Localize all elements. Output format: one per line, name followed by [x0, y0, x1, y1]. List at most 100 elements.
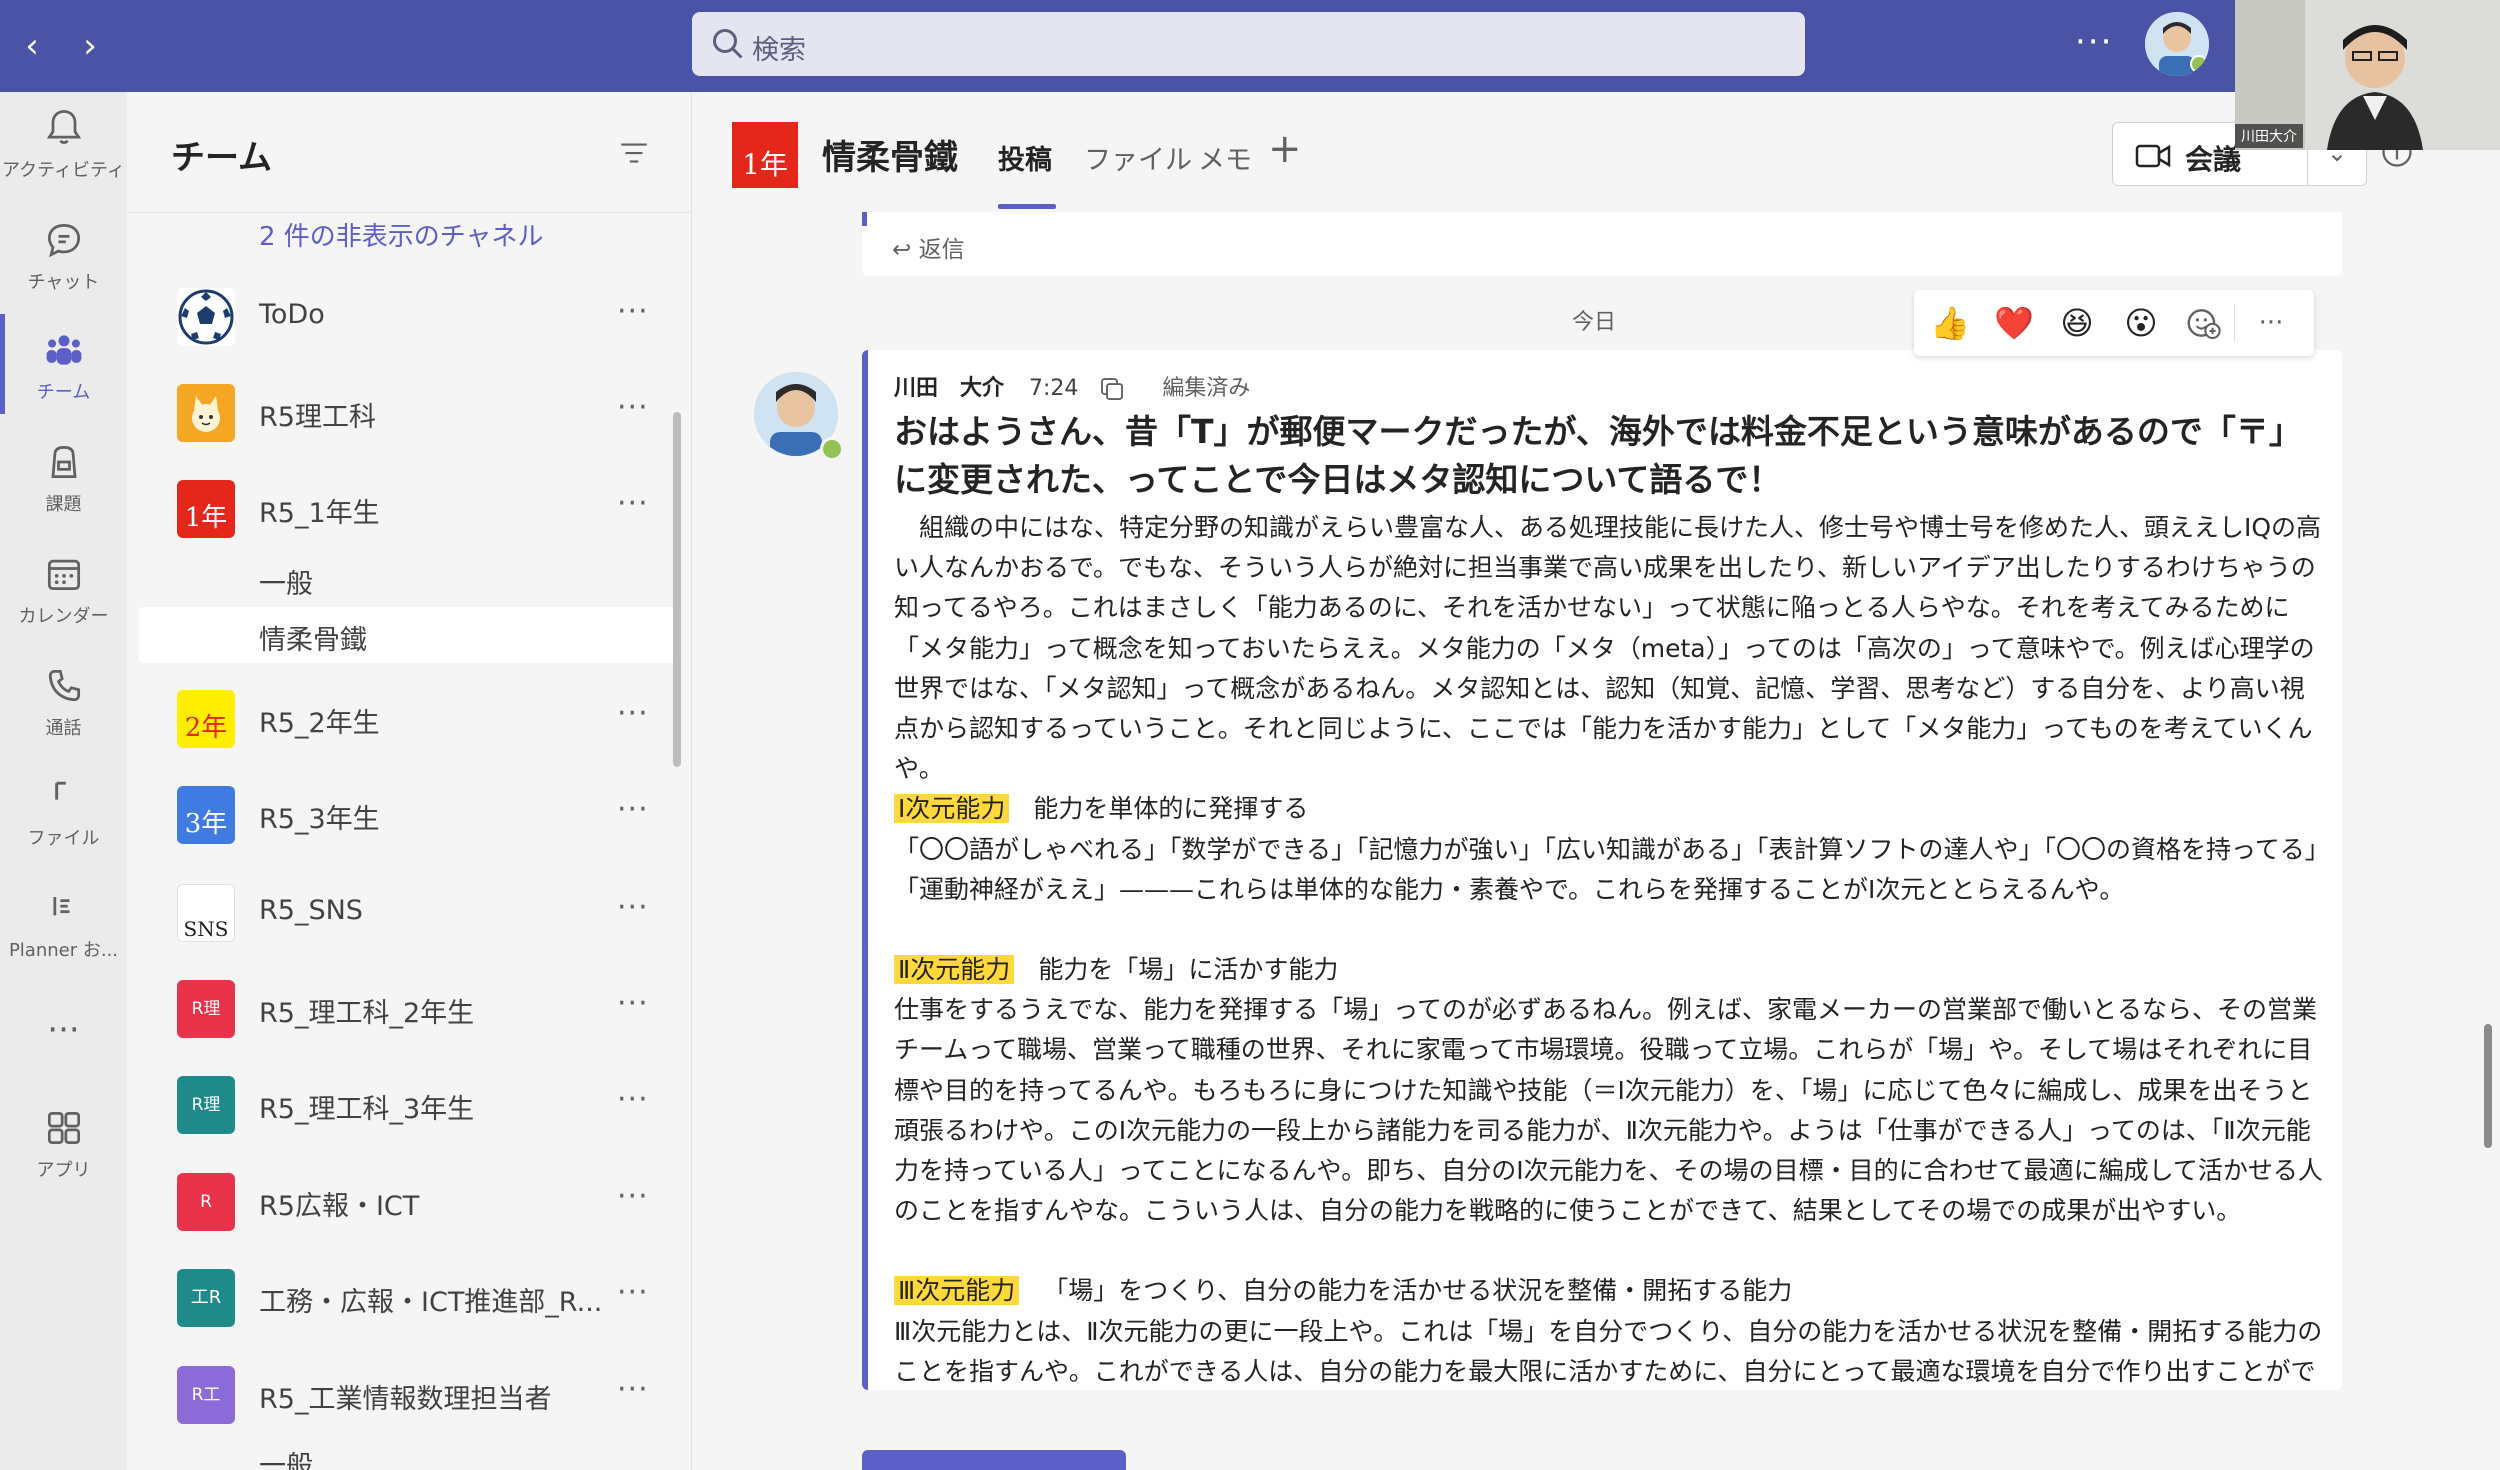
hidden-channels-link[interactable]: 2 件の非表示のチャネル [259, 216, 544, 253]
channel-item-jojukotetsu[interactable]: 情柔骨鐵 [259, 618, 367, 657]
team-tile: R工 [177, 1366, 235, 1424]
rail-apps[interactable]: アプリ [0, 1092, 127, 1192]
planner-icon [52, 897, 69, 916]
team-more-icon[interactable]: ··· [617, 294, 649, 329]
channel-title: 情柔骨鐵 [822, 138, 958, 178]
section-heading: Ⅲ次元能力 「場」をつくり、自分の能力を活かせる状況を整備・開拓する能力 [894, 1271, 2324, 1311]
laugh-reaction[interactable]: 😆 [2058, 304, 2096, 342]
team-item[interactable]: R理 R5_理工科_2年生 ··· [127, 966, 692, 1056]
team-item[interactable]: 工R 工務・広報・ICT推進部_R... ··· [127, 1255, 692, 1345]
rail-calendar[interactable]: カレンダー [0, 538, 127, 638]
rail-files[interactable]: ファイル [0, 760, 127, 860]
main-scrollbar[interactable] [2484, 1024, 2492, 1148]
rail-chat[interactable]: チャット [0, 204, 127, 304]
copy-icon[interactable] [1097, 374, 1127, 404]
team-name: ToDo [259, 299, 325, 330]
meet-label: 会議 [2185, 143, 2242, 176]
reply-button[interactable]: ↩ 返信 [892, 230, 965, 264]
team-item[interactable]: R R5広報・ICT ··· [127, 1159, 692, 1249]
team-more-icon[interactable]: ··· [617, 986, 649, 1021]
video-preview[interactable]: 川田大介 [2235, 0, 2500, 150]
team-name: R5広報・ICT [259, 1191, 420, 1222]
new-conversation-button[interactable] [862, 1450, 1126, 1470]
rail-teams[interactable]: チーム [0, 314, 127, 414]
presence-available-icon [820, 437, 844, 461]
more-options-icon[interactable]: ··· [2252, 304, 2290, 342]
team-more-icon[interactable]: ··· [617, 1275, 649, 1310]
reply-label: 返信 [918, 237, 965, 263]
team-more-icon[interactable]: ··· [617, 696, 649, 731]
team-tile: R理 [177, 1076, 235, 1134]
highlight-label: Ⅰ次元能力 [894, 794, 1010, 824]
rail-label: 課題 [45, 494, 82, 515]
search-placeholder: 検索 [752, 35, 806, 66]
team-more-icon[interactable]: ··· [617, 792, 649, 827]
section-heading: Ⅱ次元能力 能力を「場」に活かす能力 [894, 950, 2324, 990]
tab-files[interactable]: ファイル [1084, 138, 1192, 177]
team-name: R5_3年生 [259, 804, 380, 835]
forward-arrow-icon[interactable]: › [68, 24, 112, 68]
search-icon [713, 29, 743, 59]
tab-notes[interactable]: メモ [1198, 138, 1252, 177]
team-item[interactable]: ToDo ··· [127, 274, 692, 364]
team-more-icon[interactable]: ··· [617, 1179, 649, 1214]
apps-icon [47, 1111, 80, 1145]
team-tile: SNS [177, 884, 235, 942]
panel-scrollbar[interactable] [673, 412, 681, 767]
tab-posts[interactable]: 投稿 [998, 138, 1052, 177]
team-tile: 3年 [177, 786, 235, 844]
team-item[interactable]: 3年 R5_3年生 ··· [127, 772, 692, 862]
team-more-icon[interactable]: ··· [617, 890, 649, 925]
rail-activity[interactable]: アクティビティ [0, 92, 127, 192]
team-name: R5理工科 [259, 402, 376, 433]
search-input[interactable]: 検索 [692, 12, 1805, 76]
paragraph: Ⅲ次元能力とは、Ⅱ次元能力の更に一段上や。これは「場」を自分でつくり、自分の能力… [894, 1316, 2323, 1386]
channel-item-selected[interactable] [139, 607, 679, 663]
heart-reaction[interactable]: ❤️ [1994, 304, 2034, 342]
channel-header: 1年 情柔骨鐵 投稿 ファイル メモ + 会議 ⌄ ··· [692, 92, 2500, 212]
rail-assignments[interactable]: 課題 [0, 426, 127, 526]
back-arrow-icon[interactable]: ‹ [10, 24, 54, 68]
message-body: 組織の中にはな、特定分野の知識がえらい豊富な人、ある処理技能に長けた人、修士号や… [894, 508, 2324, 1390]
channel-view: 1年 情柔骨鐵 投稿 ファイル メモ + 会議 ⌄ ··· ↩ 返信 今日 👍 … [692, 92, 2500, 1470]
more-options-icon[interactable]: ··· [2075, 22, 2113, 62]
team-name: R5_1年生 [259, 498, 380, 529]
profile-avatar[interactable] [2145, 12, 2209, 76]
calendar-icon [47, 559, 80, 591]
team-item[interactable]: R理 R5_理工科_3年生 ··· [127, 1062, 692, 1152]
rail-calls[interactable]: 通話 [0, 650, 127, 750]
more-apps-icon[interactable]: ··· [0, 1010, 127, 1070]
like-reaction[interactable]: 👍 [1930, 304, 1970, 342]
soccer-ball-icon [177, 288, 235, 346]
add-tab-icon[interactable]: + [1268, 126, 1302, 172]
rail-label: Planner お... [8, 940, 119, 961]
team-item[interactable]: SNS R5_SNS ··· [127, 870, 692, 960]
team-item[interactable]: R5理工科 ··· [127, 370, 692, 460]
message-card[interactable]: 川田 大介 7:24 編集済み おはようさん、昔「T」が郵便マークだったが、海外… [862, 350, 2342, 1390]
team-item[interactable]: 1年 R5_1年生 ··· [127, 466, 692, 556]
team-tile: 工R [177, 1269, 235, 1327]
team-more-icon[interactable]: ··· [617, 1082, 649, 1117]
team-tile: 2年 [177, 690, 235, 748]
section-description: 能力を単体的に発揮する [1033, 794, 1309, 824]
team-tile: 1年 [177, 480, 235, 538]
channel-item-general[interactable]: 一般 [259, 562, 313, 601]
section-description: 「場」をつくり、自分の能力を活かせる状況を整備・開拓する能力 [1043, 1276, 1793, 1306]
filter-icon[interactable] [617, 136, 651, 170]
team-more-icon[interactable]: ··· [617, 1372, 649, 1407]
team-more-icon[interactable]: ··· [617, 390, 649, 425]
rail-planner[interactable]: Planner お... [0, 872, 127, 972]
author-name[interactable]: 川田 大介 [894, 376, 1004, 401]
title-bar: ‹ › 検索 ··· [0, 0, 2500, 92]
team-more-icon[interactable]: ··· [617, 486, 649, 521]
channel-tile: 1年 [732, 122, 798, 188]
channel-item-general[interactable]: 一般 [259, 1444, 313, 1470]
surprised-reaction[interactable]: 😮 [2122, 304, 2160, 342]
video-participant-name: 川田大介 [2235, 124, 2303, 148]
add-reaction-icon[interactable] [2184, 304, 2222, 342]
rail-label: チーム [36, 382, 91, 403]
team-item[interactable]: 2年 R5_2年生 ··· [127, 676, 692, 766]
team-item[interactable]: R工 R5_工業情報数理担当者 ··· [127, 1352, 692, 1442]
